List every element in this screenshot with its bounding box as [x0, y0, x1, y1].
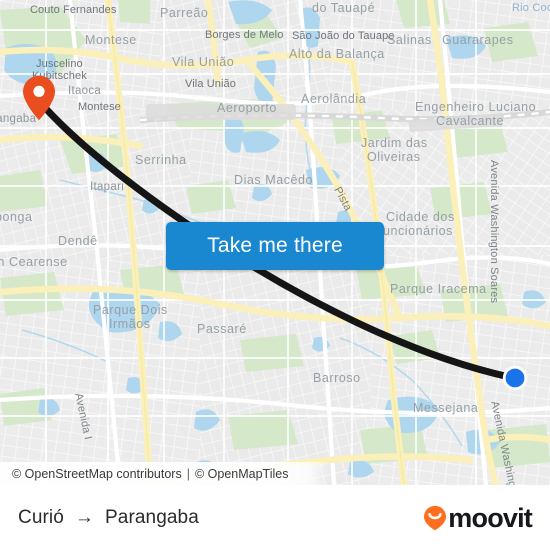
openmaptiles-attribution-link[interactable]: © OpenMapTiles [195, 467, 289, 481]
destination-location-dot-icon[interactable] [502, 365, 528, 391]
osm-attribution-link[interactable]: © OpenStreetMap contributors [12, 467, 182, 481]
moovit-trip-page: Couto FernandesParreãodo TauapéRio CocoM… [0, 0, 550, 550]
moovit-pin-icon [424, 505, 447, 531]
map-canvas[interactable]: Couto FernandesParreãodo TauapéRio CocoM… [0, 0, 550, 485]
map-attribution: © OpenStreetMap contributors | © OpenMap… [0, 462, 550, 485]
route-origin-label: Curió [18, 507, 64, 528]
origin-map-pin-icon[interactable] [22, 75, 56, 121]
take-me-there-button[interactable]: Take me there [166, 222, 384, 270]
route-summary: Curió → Parangaba [18, 507, 199, 529]
footer-bar: Curió → Parangaba moovit [0, 485, 550, 550]
moovit-wordmark: moovit [448, 502, 533, 533]
arrow-right-icon: → [74, 507, 95, 528]
attribution-separator: | [186, 466, 190, 481]
moovit-logo[interactable]: moovit [423, 502, 533, 534]
route-destination-label: Parangaba [105, 507, 199, 528]
